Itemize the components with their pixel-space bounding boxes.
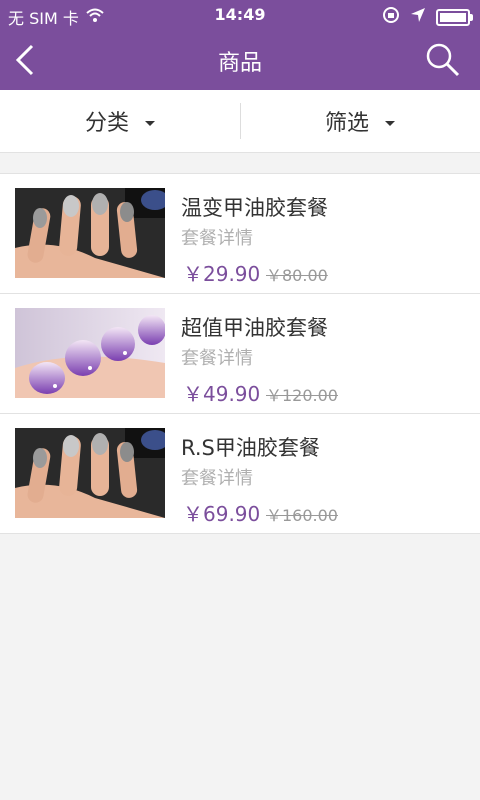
product-list: 温变甲油胶套餐 套餐详情 ￥29.90 ￥80.00 超值甲油胶套餐 套餐详情 …: [0, 173, 480, 534]
product-detail-link[interactable]: 套餐详情: [181, 224, 253, 250]
product-image: [15, 428, 165, 518]
product-image: [15, 308, 165, 398]
battery-icon: [436, 8, 473, 26]
product-price: ￥29.90: [183, 262, 261, 286]
search-button[interactable]: [424, 41, 462, 79]
product-old-price: ￥80.00: [266, 266, 328, 285]
filter-label: 筛选: [324, 111, 369, 136]
category-dropdown[interactable]: 分类: [0, 90, 240, 152]
caret-down-icon: [145, 120, 155, 126]
product-price: ￥69.90: [183, 502, 261, 526]
product-name: R.S甲油胶套餐: [181, 436, 320, 460]
status-bar: 无 SIM 卡 14:49: [0, 0, 480, 30]
product-old-price: ￥160.00: [266, 506, 338, 525]
top-bar: 无 SIM 卡 14:49 商品: [0, 0, 480, 90]
product-image: [15, 188, 165, 278]
product-name: 超值甲油胶套餐: [181, 316, 328, 340]
product-item[interactable]: R.S甲油胶套餐 套餐详情 ￥69.90 ￥160.00: [0, 414, 480, 534]
rotation-lock-icon: [382, 6, 400, 28]
product-price: ￥49.90: [183, 382, 261, 406]
filter-dropdown[interactable]: 筛选: [240, 90, 480, 152]
location-icon: [410, 7, 426, 27]
product-item[interactable]: 温变甲油胶套餐 套餐详情 ￥29.90 ￥80.00: [0, 174, 480, 294]
category-label: 分类: [84, 111, 129, 136]
product-detail-link[interactable]: 套餐详情: [181, 464, 253, 490]
page-title: 商品: [217, 51, 262, 76]
search-icon: [426, 43, 460, 77]
caret-down-icon: [385, 120, 395, 126]
filter-bar: 分类 筛选: [0, 90, 480, 153]
product-old-price: ￥120.00: [266, 386, 338, 405]
product-detail-link[interactable]: 套餐详情: [181, 344, 253, 370]
product-item[interactable]: 超值甲油胶套餐 套餐详情 ￥49.90 ￥120.00: [0, 294, 480, 414]
product-name: 温变甲油胶套餐: [181, 196, 328, 220]
